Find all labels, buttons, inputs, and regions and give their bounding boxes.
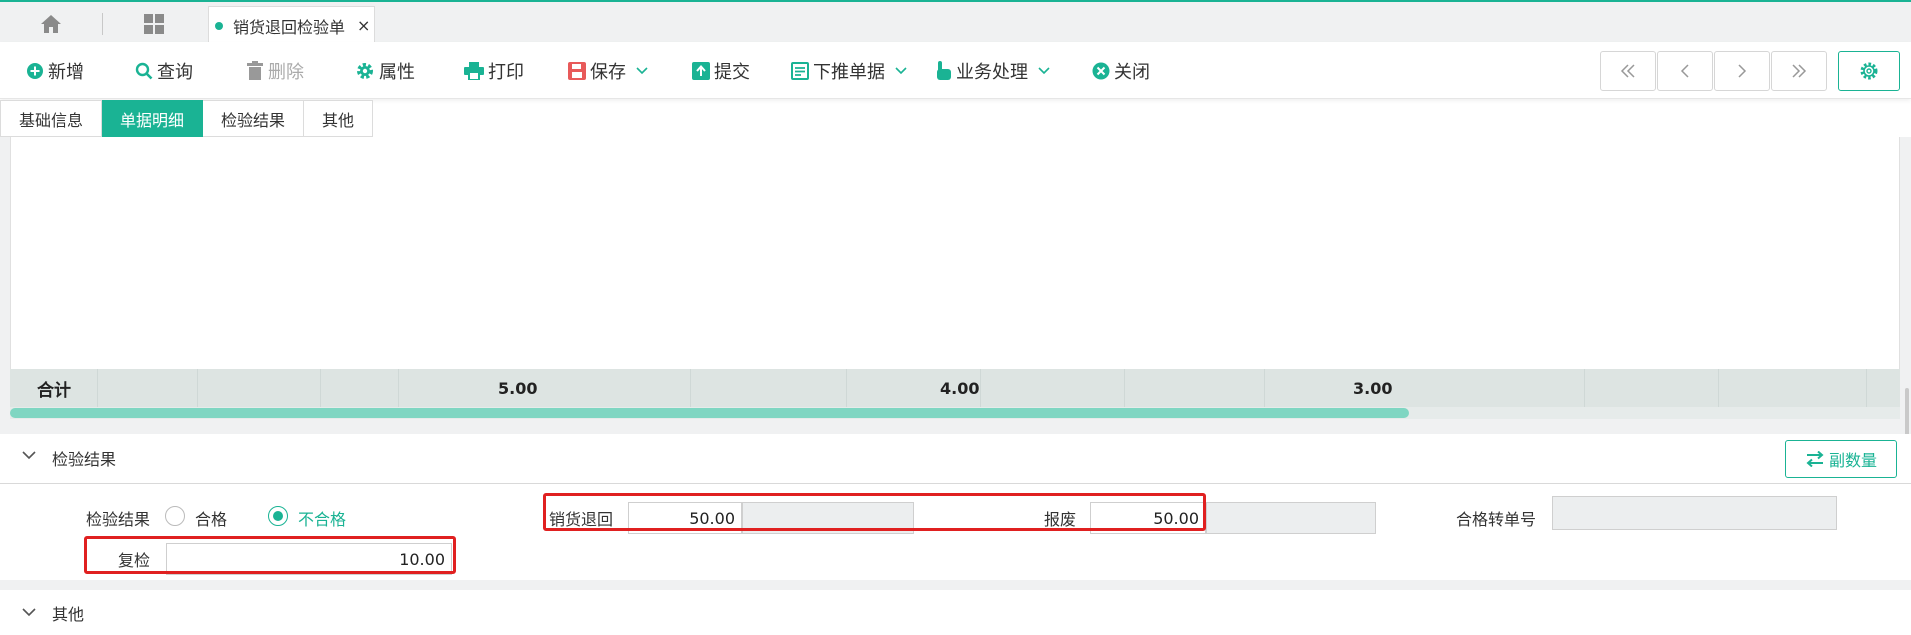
- business-label: 业务处理: [956, 61, 1028, 83]
- business-button[interactable]: 业务处理: [936, 42, 1054, 99]
- print-button[interactable]: 打印: [464, 42, 524, 99]
- next-record-button[interactable]: [1714, 51, 1770, 91]
- save-button[interactable]: 保存: [568, 42, 652, 99]
- column-divider: [1584, 369, 1585, 407]
- chevron-down-icon: [1038, 66, 1050, 74]
- add-label: 新增: [48, 61, 84, 83]
- column-divider: [980, 369, 981, 407]
- delete-label: 删除: [268, 61, 304, 83]
- plus-circle-icon: [27, 62, 43, 79]
- column-divider: [1264, 369, 1265, 407]
- tab-basic-info[interactable]: 基础信息: [0, 100, 103, 137]
- chevron-left-icon: [1680, 64, 1689, 78]
- tab-other[interactable]: 其他: [304, 100, 374, 137]
- section-tabs: 基础信息 单据明细 检验结果 其他: [0, 100, 374, 137]
- radio-pass-label: 合格: [195, 510, 228, 529]
- push-down-label: 下推单据: [813, 61, 885, 83]
- inspection-section-title: 检验结果: [52, 450, 117, 469]
- column-divider: [690, 369, 691, 407]
- previous-record-button[interactable]: [1657, 51, 1713, 91]
- swap-arrows-icon: [1806, 451, 1824, 467]
- aux-quantity-label: 副数量: [1828, 451, 1877, 470]
- toolbar: 新增 查询 删除 属性 打印 保存 提交 下推单据 业务处理 关闭: [0, 42, 1911, 99]
- aux-quantity-button[interactable]: 副数量: [1785, 440, 1897, 478]
- column-divider: [398, 369, 399, 407]
- add-button[interactable]: 新增: [26, 42, 84, 99]
- tab-inspection-result[interactable]: 检验结果: [203, 100, 305, 137]
- save-icon: [568, 61, 586, 80]
- pass-transfer-label: 合格转单号: [1456, 510, 1537, 529]
- save-label: 保存: [590, 61, 626, 83]
- close-label: 关闭: [1114, 61, 1150, 83]
- home-icon: [41, 15, 61, 33]
- query-label: 查询: [157, 61, 193, 83]
- pass-transfer-input[interactable]: [1552, 496, 1837, 530]
- tabstrip-divider: [102, 13, 103, 35]
- document-tab-title: 销货退回检验单: [233, 17, 346, 37]
- summary-value: 5.00: [498, 378, 538, 398]
- properties-button[interactable]: 属性: [355, 42, 415, 99]
- tab-strip: 销货退回检验单 ×: [0, 0, 1911, 44]
- chevron-right-icon: [1738, 64, 1747, 78]
- first-record-button[interactable]: [1600, 51, 1656, 91]
- result-label: 检验结果: [86, 510, 151, 529]
- summary-row: 合计 5.00 4.00 3.00: [10, 369, 1900, 407]
- document-list-icon: [791, 61, 809, 80]
- horizontal-scrollbar-thumb[interactable]: [10, 408, 1409, 418]
- scrap-aux-input: [1206, 502, 1376, 534]
- column-divider: [1718, 369, 1719, 407]
- inspection-panel: 检验结果 副数量 检验结果 合格 不合格 销货退回 50.00 报废 50.00…: [0, 434, 1911, 580]
- chevron-down-icon: [636, 66, 648, 74]
- column-divider: [197, 369, 198, 407]
- summary-value: 4.00: [940, 378, 980, 398]
- settings-button[interactable]: [1838, 51, 1900, 91]
- delete-button[interactable]: 删除: [246, 42, 304, 99]
- collapse-chevron-icon[interactable]: [22, 608, 36, 617]
- printer-icon: [464, 61, 484, 80]
- column-divider: [97, 369, 98, 407]
- push-down-button[interactable]: 下推单据: [791, 42, 911, 99]
- last-record-button[interactable]: [1771, 51, 1827, 91]
- column-divider: [320, 369, 321, 407]
- summary-value: 3.00: [1353, 378, 1393, 398]
- apps-button[interactable]: [140, 10, 168, 38]
- chevron-down-icon: [895, 66, 907, 74]
- upload-icon: [692, 61, 710, 80]
- highlight-box-disposition: [543, 493, 1206, 531]
- highlight-box-recheck: [84, 536, 456, 574]
- radio-pass[interactable]: [165, 506, 185, 526]
- print-label: 打印: [488, 61, 524, 83]
- query-button[interactable]: 查询: [135, 42, 193, 99]
- home-button[interactable]: [30, 10, 72, 38]
- inspection-panel-header[interactable]: 检验结果 副数量: [0, 434, 1911, 484]
- properties-label: 属性: [379, 61, 415, 83]
- close-tab-icon[interactable]: ×: [357, 16, 370, 35]
- settings-gear-icon: [1860, 62, 1878, 80]
- document-tab[interactable]: 销货退回检验单 ×: [208, 6, 375, 44]
- active-dot-icon: [215, 21, 223, 30]
- column-divider: [846, 369, 847, 407]
- summary-label: 合计: [37, 380, 71, 401]
- submit-button[interactable]: 提交: [692, 42, 750, 99]
- collapse-chevron-icon[interactable]: [22, 451, 36, 460]
- trash-icon: [247, 60, 263, 80]
- grid-icon: [144, 14, 164, 34]
- double-chevron-left-icon: [1620, 64, 1635, 78]
- other-section-header[interactable]: 其他: [0, 590, 1911, 635]
- search-icon: [135, 62, 153, 79]
- tab-document-details[interactable]: 单据明细: [102, 100, 204, 137]
- column-divider: [1124, 369, 1125, 407]
- close-circle-icon: [1092, 62, 1110, 79]
- other-section-title: 其他: [52, 604, 85, 624]
- radio-fail-label: 不合格: [298, 510, 347, 529]
- column-divider: [1866, 369, 1867, 407]
- close-button[interactable]: 关闭: [1092, 42, 1150, 99]
- submit-label: 提交: [714, 61, 750, 83]
- double-chevron-right-icon: [1792, 64, 1807, 78]
- gear-icon: [357, 62, 373, 79]
- radio-fail[interactable]: [268, 506, 288, 526]
- hand-pointer-icon: [937, 60, 951, 80]
